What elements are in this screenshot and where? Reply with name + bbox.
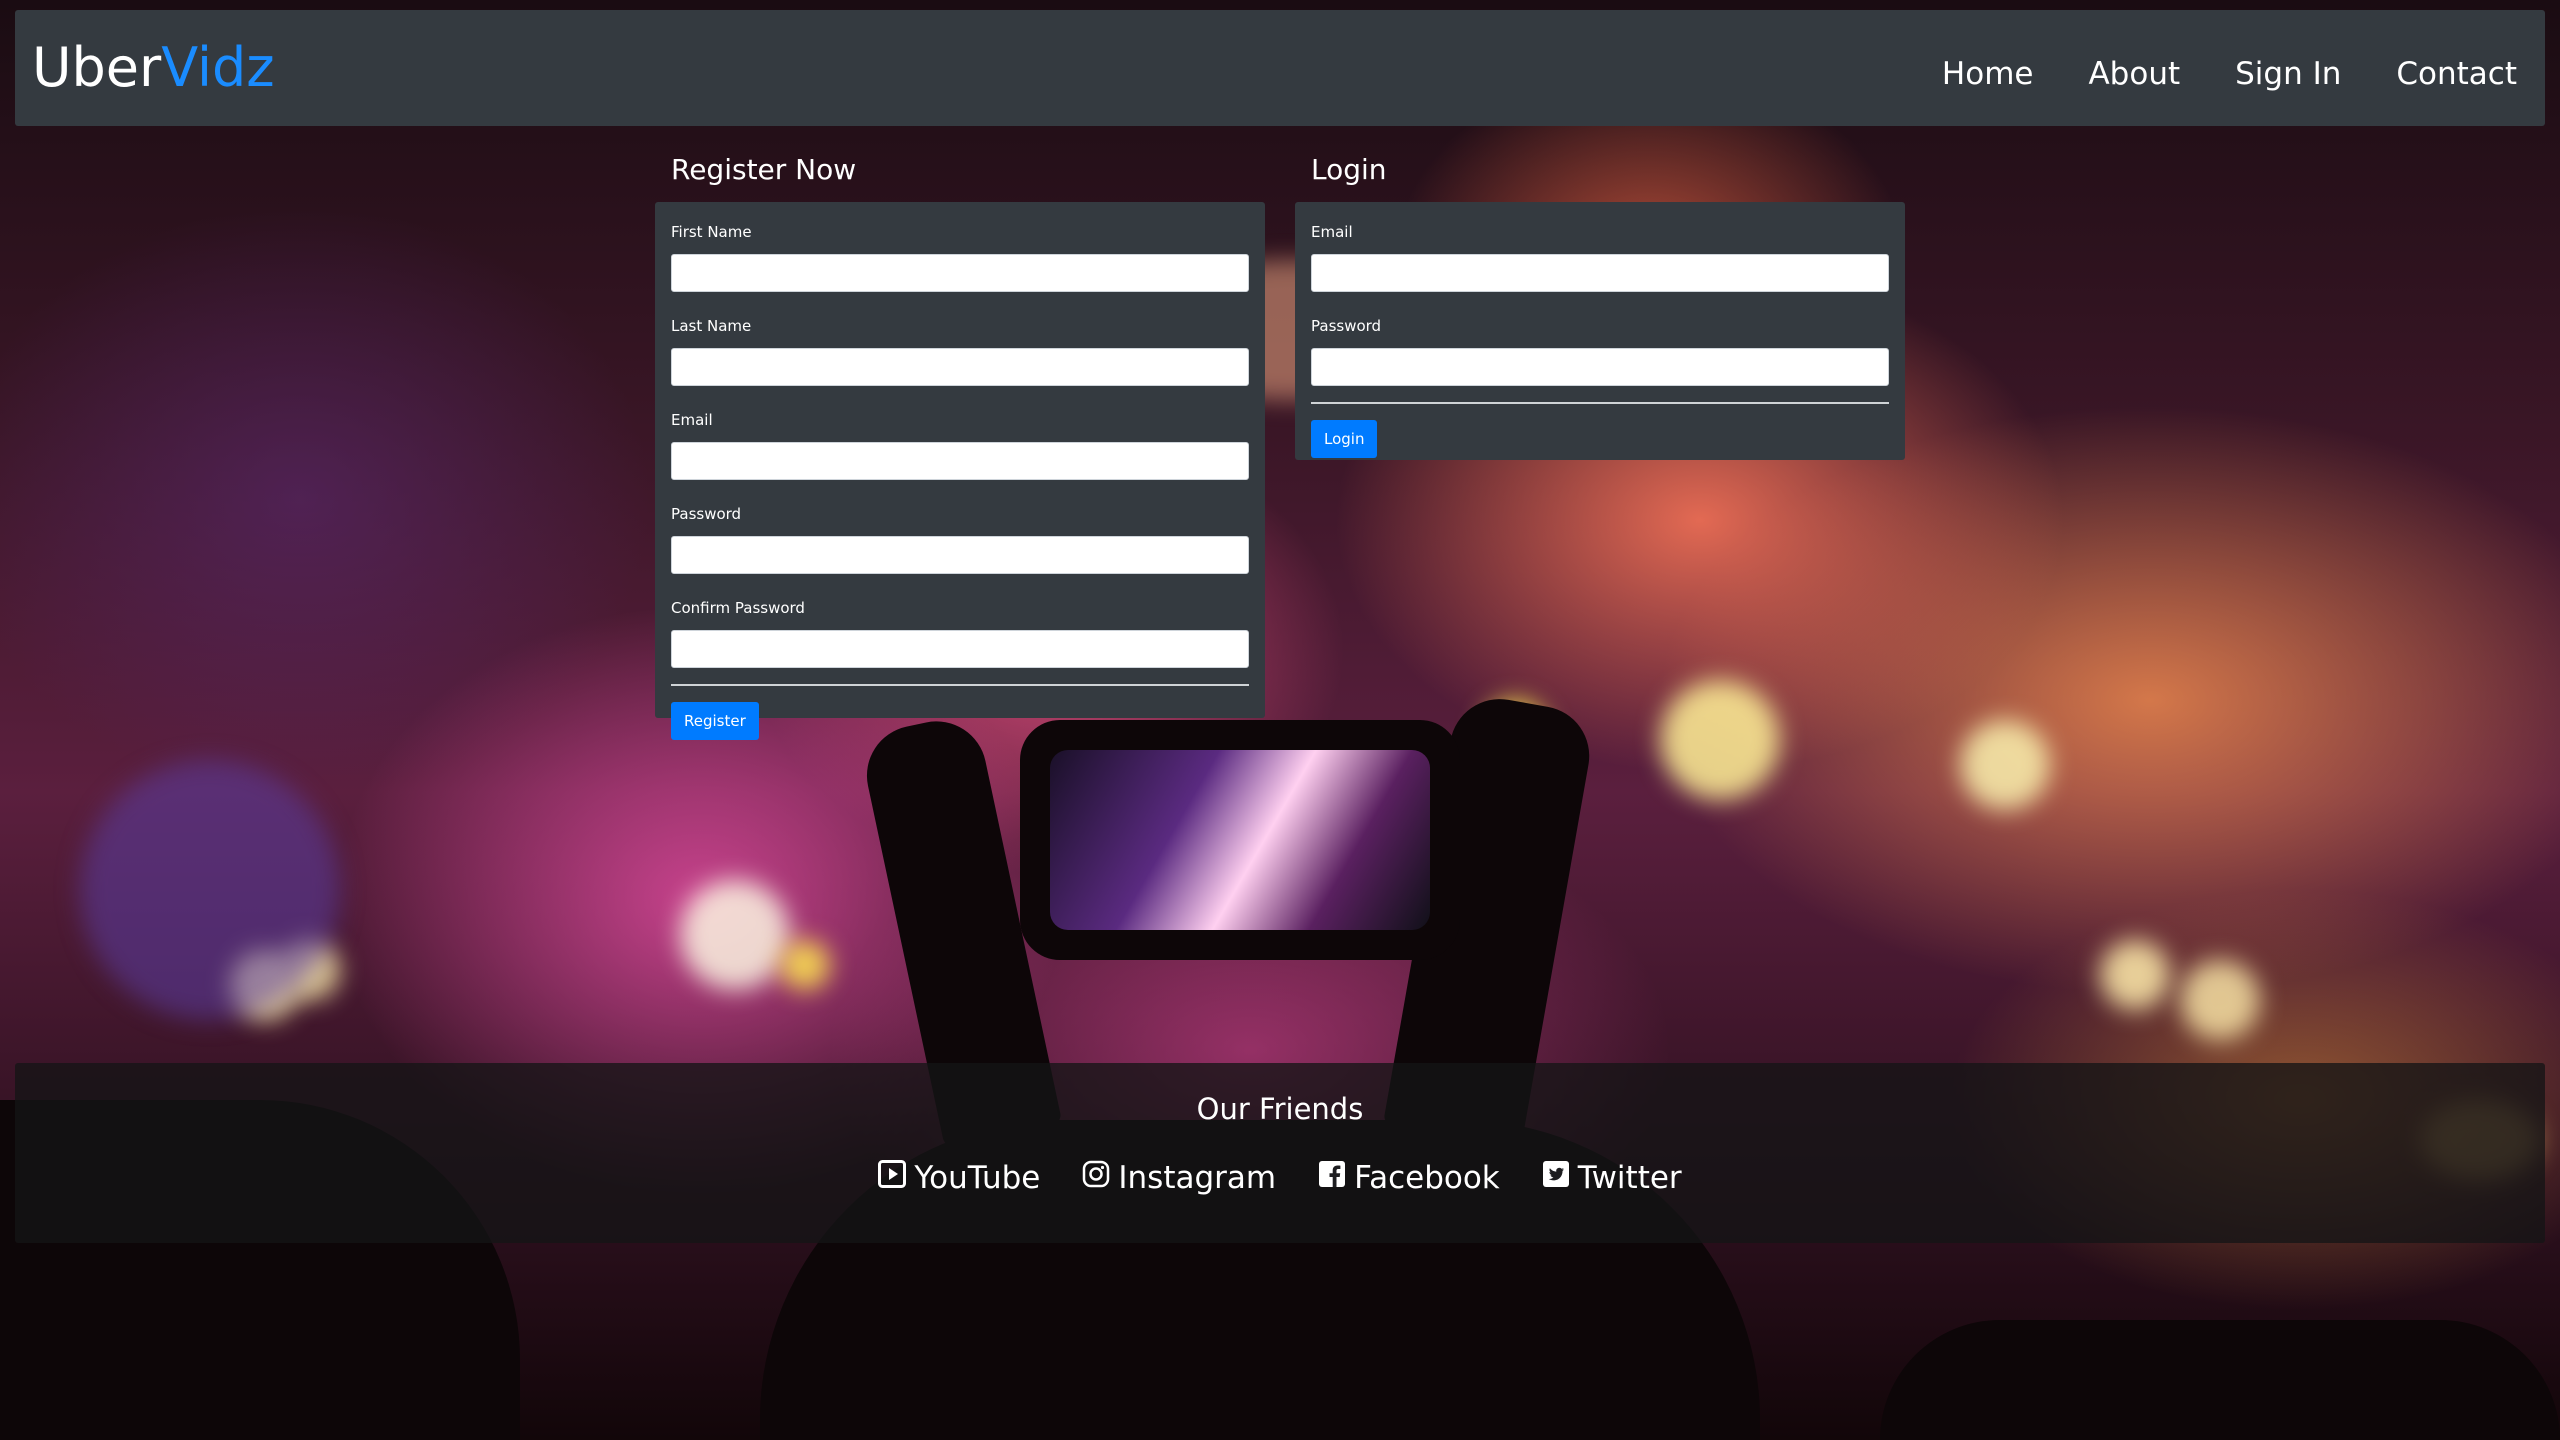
login-form: Email Password Login <box>1295 202 1905 460</box>
confirm-password-label: Confirm Password <box>671 599 805 617</box>
login-password-field[interactable] <box>1311 348 1889 386</box>
nav-item-home[interactable]: Home <box>1942 54 2034 94</box>
twitter-link[interactable]: Twitter <box>1542 1158 1682 1198</box>
first-name-field[interactable] <box>671 254 1249 292</box>
register-email-field[interactable] <box>671 442 1249 480</box>
register-title: Register Now <box>671 153 857 186</box>
facebook-icon <box>1318 1158 1346 1198</box>
brand-logo[interactable]: UberVidz <box>32 38 275 98</box>
confirm-password-field[interactable] <box>671 630 1249 668</box>
nav-links: Home About Sign In Contact <box>1942 54 2517 94</box>
facebook-label: Facebook <box>1354 1160 1500 1196</box>
social-links: YouTube Instagram Facebook Twitter <box>15 1158 2545 1198</box>
register-divider <box>671 684 1249 686</box>
login-title: Login <box>1311 153 1387 186</box>
register-password-label: Password <box>671 505 742 523</box>
youtube-label: YouTube <box>914 1160 1041 1196</box>
instagram-link[interactable]: Instagram <box>1082 1158 1276 1198</box>
twitter-label: Twitter <box>1577 1160 1682 1196</box>
brand-name-part2: Vidz <box>161 36 275 99</box>
login-divider <box>1311 402 1889 404</box>
footer-title: Our Friends <box>1196 1092 1364 1126</box>
nav-item-contact[interactable]: Contact <box>2396 54 2517 94</box>
nav-item-sign-in[interactable]: Sign In <box>2235 54 2341 94</box>
youtube-icon <box>878 1158 907 1198</box>
register-email-label: Email <box>671 411 713 429</box>
login-button[interactable]: Login <box>1311 420 1378 458</box>
twitter-icon <box>1542 1158 1570 1198</box>
instagram-label: Instagram <box>1118 1160 1277 1196</box>
first-name-label: First Name <box>671 223 752 241</box>
facebook-link[interactable]: Facebook <box>1318 1158 1500 1198</box>
login-email-label: Email <box>1311 223 1353 241</box>
register-form: First Name Last Name Email Password Conf… <box>655 202 1265 740</box>
last-name-field[interactable] <box>671 348 1249 386</box>
brand-name-part1: Uber <box>32 36 162 99</box>
youtube-link[interactable]: YouTube <box>878 1158 1040 1198</box>
top-navbar: UberVidz Home About Sign In Contact <box>15 10 2545 126</box>
nav-item-about[interactable]: About <box>2088 54 2180 94</box>
instagram-icon <box>1082 1158 1110 1198</box>
register-password-field[interactable] <box>671 536 1249 574</box>
login-email-field[interactable] <box>1311 254 1889 292</box>
register-button[interactable]: Register <box>671 702 759 740</box>
footer: Our Friends YouTube Instagram Facebook T… <box>15 1063 2545 1243</box>
login-password-label: Password <box>1311 317 1382 335</box>
last-name-label: Last Name <box>671 317 752 335</box>
